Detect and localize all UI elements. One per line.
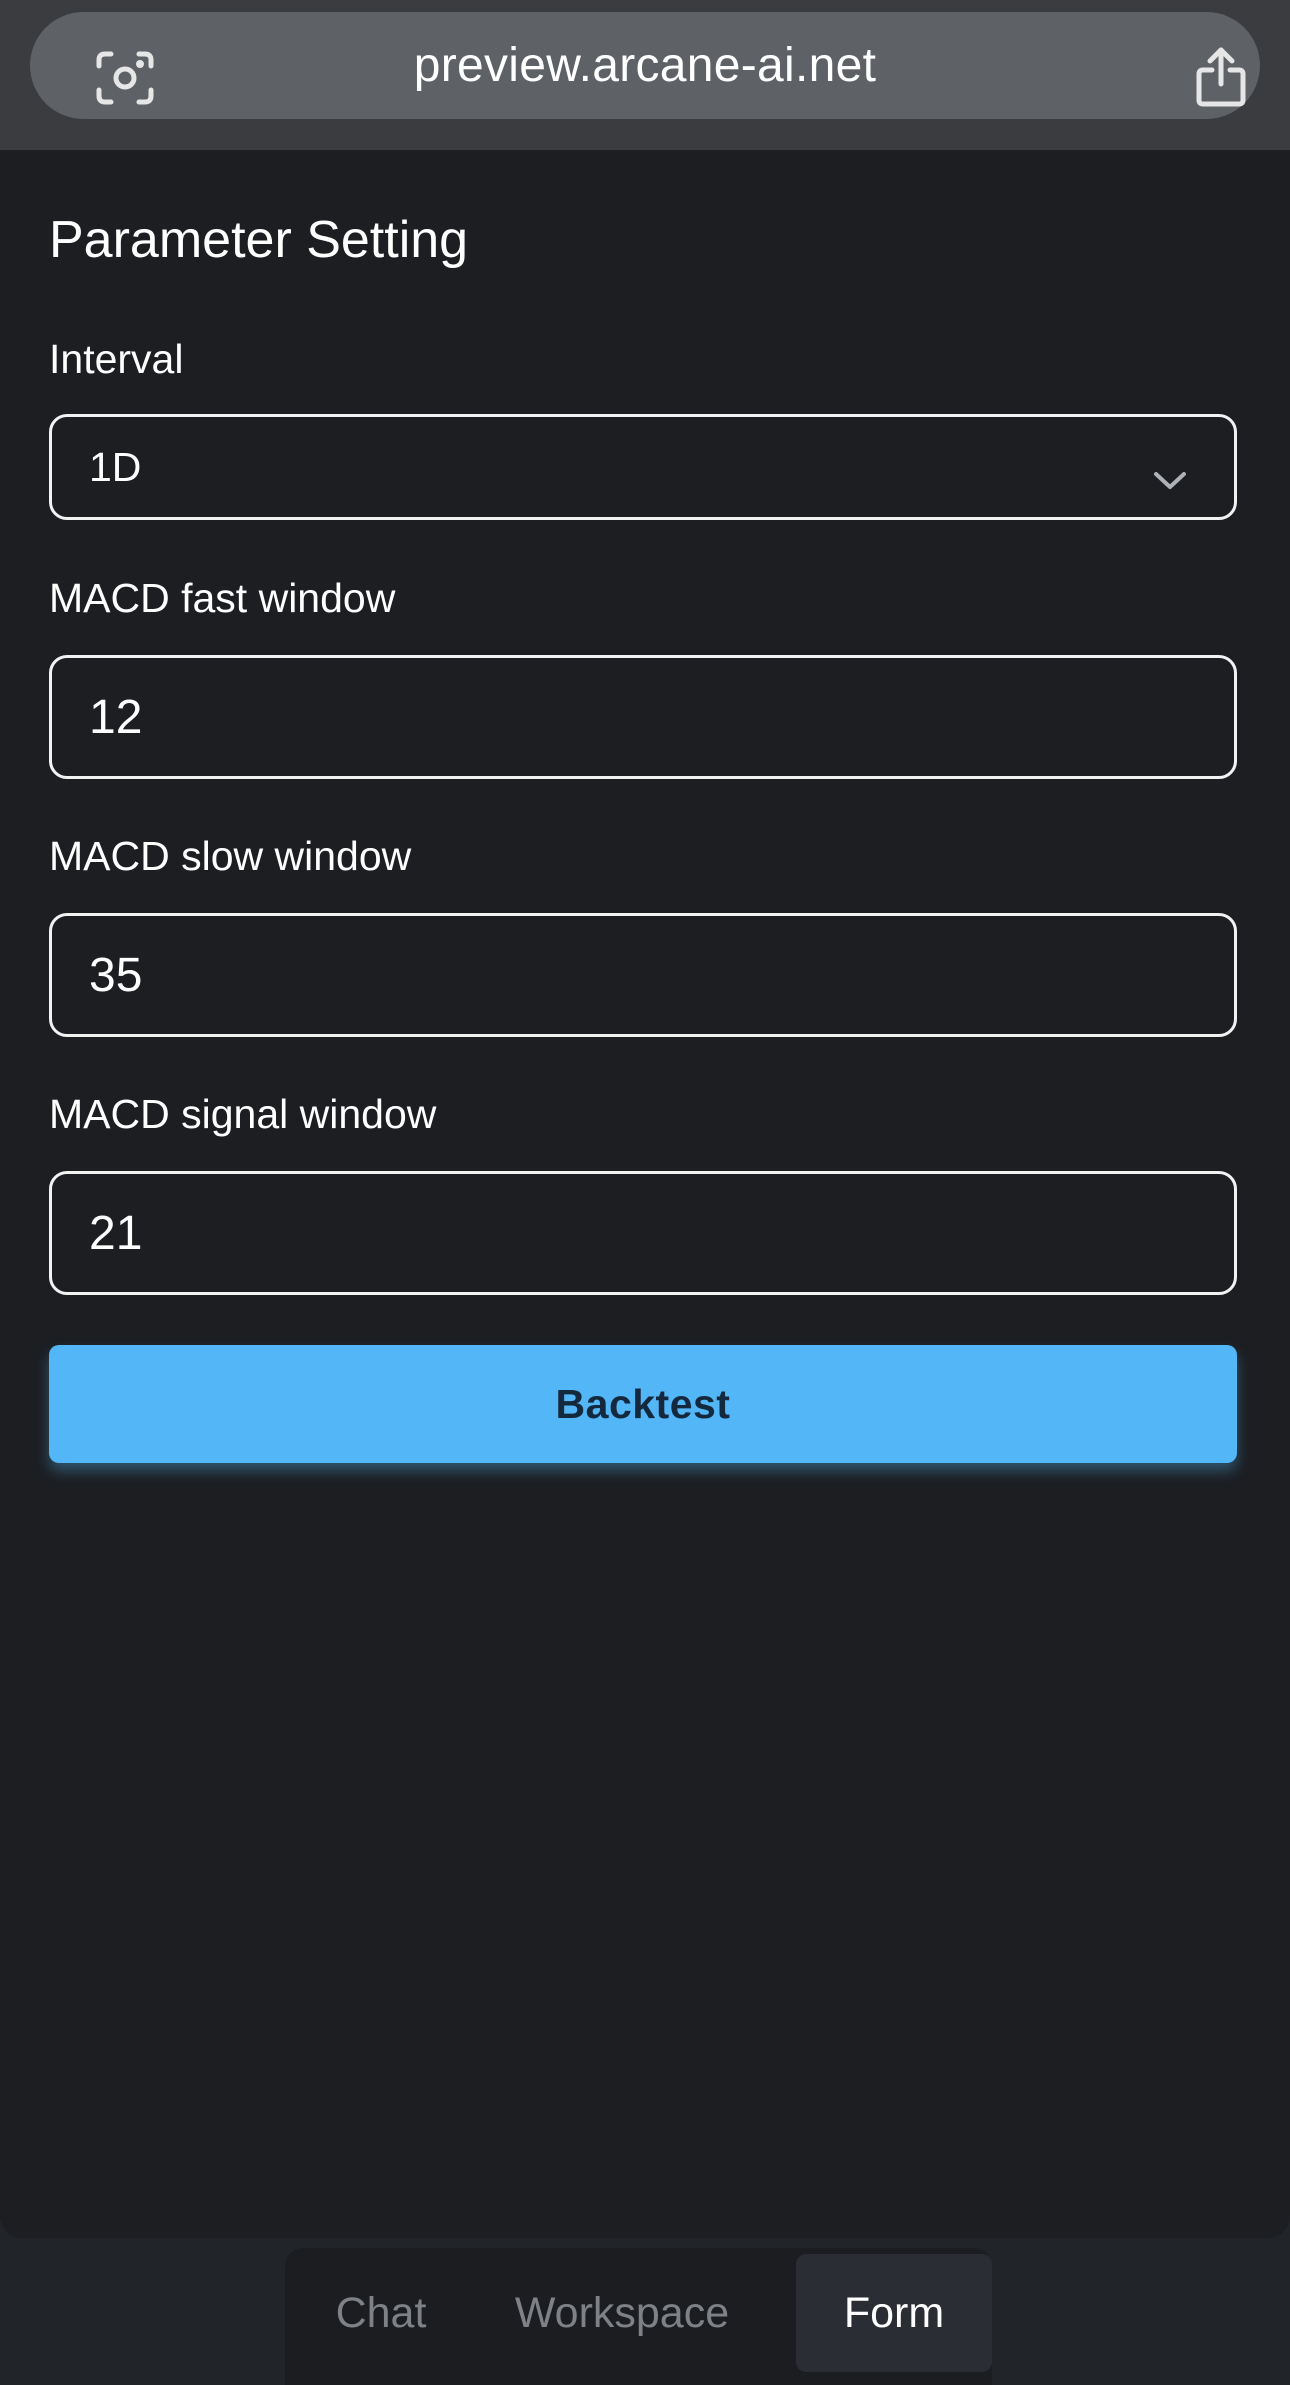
interval-label: Interval [49, 336, 184, 382]
tab-form[interactable]: Form [796, 2254, 992, 2372]
signal-window-label: MACD signal window [49, 1091, 437, 1137]
chevron-down-icon [1150, 455, 1190, 489]
parameter-panel: Parameter Setting Interval 1D MACD fast … [0, 150, 1290, 2238]
bottom-tab-bar: Chat Workspace Form [285, 2248, 992, 2385]
slow-window-input[interactable]: 35 [49, 913, 1237, 1037]
signal-window-value: 21 [89, 1206, 143, 1260]
tab-chat[interactable]: Chat [305, 2254, 457, 2372]
browser-bar: preview.arcane-ai.net [0, 0, 1290, 151]
address-bar[interactable]: preview.arcane-ai.net [30, 12, 1260, 119]
share-icon[interactable] [1180, 36, 1262, 118]
fast-window-value: 12 [89, 690, 143, 744]
slow-window-value: 35 [89, 948, 143, 1002]
url-text[interactable]: preview.arcane-ai.net [30, 12, 1260, 119]
slow-window-label: MACD slow window [49, 833, 412, 879]
fast-window-label: MACD fast window [49, 575, 396, 621]
backtest-button[interactable]: Backtest [49, 1345, 1237, 1463]
interval-select[interactable]: 1D [49, 414, 1237, 520]
page-title: Parameter Setting [49, 211, 469, 269]
interval-value: 1D [89, 443, 142, 490]
tab-workspace[interactable]: Workspace [511, 2254, 733, 2372]
signal-window-input[interactable]: 21 [49, 1171, 1237, 1295]
fast-window-input[interactable]: 12 [49, 655, 1237, 779]
